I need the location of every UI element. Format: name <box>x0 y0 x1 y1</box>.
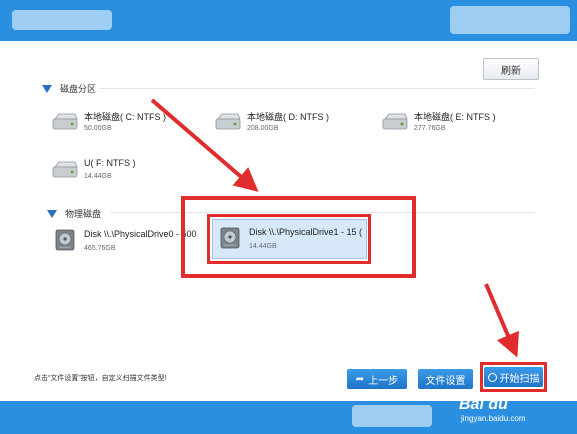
back-arrow-icon: ➦ <box>355 373 365 385</box>
physical-header-label: 物理磁盘 <box>65 209 102 219</box>
partition-e-name: 本地磁盘( E: NTFS ) <box>414 112 496 122</box>
blurred-footer-area <box>352 405 432 427</box>
hard-drive-icon <box>215 113 241 130</box>
physical-drive-0-size: 465.76GB <box>84 245 116 252</box>
refresh-button[interactable]: 刷新 <box>483 58 539 80</box>
partition-f[interactable]: U( F: NTFS ) 14.44GB <box>52 156 202 190</box>
watermark-site: jingyan.baidu.com <box>461 414 526 423</box>
file-settings-button[interactable]: 文件设置 <box>418 369 473 389</box>
hint-text: 点击“文件设置”按钮，自定义扫描文件类型! <box>34 375 167 382</box>
partition-e-size: 277.76GB <box>414 125 446 132</box>
partition-c-name: 本地磁盘( C: NTFS ) <box>84 112 166 122</box>
start-highlight-box <box>480 362 547 392</box>
partition-e[interactable]: 本地磁盘( E: NTFS ) 277.76GB <box>382 108 532 142</box>
partition-d[interactable]: 本地磁盘( D: NTFS ) 208.00GB <box>215 108 365 142</box>
disk-drive-icon <box>55 229 75 251</box>
collapse-triangle-icon[interactable] <box>47 209 57 218</box>
partition-c-size: 50.00GB <box>84 125 112 132</box>
partitions-header: 磁盘分区 <box>42 82 96 95</box>
physical-drive-0-name: Disk \\.\PhysicalDrive0 - 500 <box>84 229 197 239</box>
partitions-divider <box>100 88 535 89</box>
collapse-triangle-icon[interactable] <box>42 84 52 93</box>
partition-f-name: U( F: NTFS ) <box>84 158 136 168</box>
baidu-watermark-logo: Bai du <box>459 396 508 413</box>
physical-drive-0[interactable]: Disk \\.\PhysicalDrive0 - 500 465.76GB <box>54 226 200 262</box>
partition-d-size: 208.00GB <box>247 125 279 132</box>
title-bar <box>0 0 577 41</box>
blurred-title-area <box>12 10 112 30</box>
partitions-header-label: 磁盘分区 <box>60 84 97 94</box>
highlight-box-inner <box>207 214 371 264</box>
back-button-label: 上一步 <box>368 375 399 387</box>
partition-c[interactable]: 本地磁盘( C: NTFS ) 50.00GB <box>52 108 202 142</box>
blurred-window-controls <box>450 6 570 34</box>
hard-drive-icon <box>52 161 78 178</box>
hard-drive-icon <box>382 113 408 130</box>
physical-header: 物理磁盘 <box>47 207 101 220</box>
partition-d-name: 本地磁盘( D: NTFS ) <box>247 112 329 122</box>
back-button[interactable]: ➦ 上一步 <box>347 369 407 389</box>
hard-drive-icon <box>52 113 78 130</box>
partition-f-size: 14.44GB <box>84 173 112 180</box>
